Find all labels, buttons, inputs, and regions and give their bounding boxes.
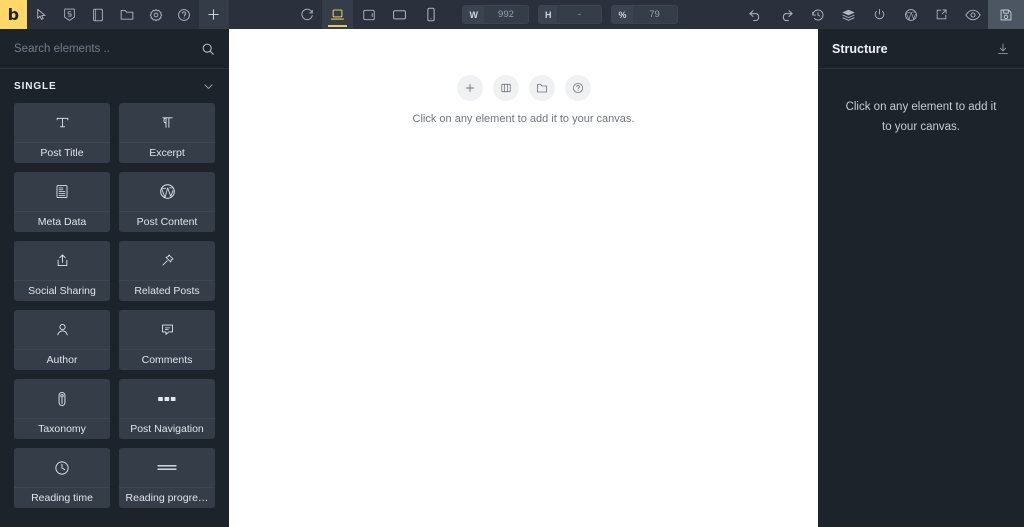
canvas-area[interactable]: Click on any element to add it to your c… (229, 29, 818, 527)
toolbar-right-group (740, 0, 1024, 29)
main-area: SINGLE Post Title Excerpt (0, 29, 1024, 527)
structure-body: Click on any element to add it to your c… (818, 69, 1024, 527)
element-card-label: Related Posts (119, 280, 215, 301)
element-card-meta-data[interactable]: Meta Data (14, 172, 110, 232)
clock-icon (14, 448, 110, 487)
canvas-help-button[interactable] (564, 75, 591, 101)
layers-icon[interactable] (833, 0, 864, 29)
page-icon[interactable] (84, 0, 113, 29)
element-card-social-sharing[interactable]: Social Sharing (14, 241, 110, 301)
element-card-label: Reading progre… (119, 487, 215, 508)
element-card-comments[interactable]: Comments (119, 310, 215, 370)
elements-grid: Post Title Excerpt Meta Data Post Conten… (0, 103, 229, 527)
chevron-down-icon[interactable] (202, 80, 215, 93)
element-card-label: Social Sharing (14, 280, 110, 301)
search-input[interactable] (14, 42, 201, 55)
canvas-dimension-controls: W 992 H - % 79 (462, 0, 678, 29)
element-card-label: Reading time (14, 487, 110, 508)
search-icon[interactable] (201, 42, 215, 56)
redo-icon[interactable] (771, 0, 802, 29)
element-card-reading-progress[interactable]: Reading progre… (119, 448, 215, 508)
element-card-label: Comments (119, 349, 215, 370)
elements-panel: SINGLE Post Title Excerpt (0, 29, 229, 527)
toolbar-center-group: W 992 H - % 79 (229, 0, 740, 29)
user-icon (14, 310, 110, 349)
element-card-post-navigation[interactable]: Post Navigation (119, 379, 215, 439)
add-element-button[interactable] (198, 0, 229, 29)
comment-icon (119, 310, 215, 349)
wordpress-icon (119, 172, 215, 211)
structure-panel: Structure Click on any element to add it… (818, 29, 1024, 527)
device-desktop-icon[interactable] (322, 0, 354, 29)
save-button[interactable] (988, 0, 1024, 29)
element-card-post-title[interactable]: Post Title (14, 103, 110, 163)
width-value[interactable]: 992 (484, 9, 528, 20)
element-card-excerpt[interactable]: Excerpt (119, 103, 215, 163)
canvas-add-section-button[interactable] (492, 75, 519, 101)
element-card-reading-time[interactable]: Reading time (14, 448, 110, 508)
structure-title: Structure (832, 41, 888, 56)
structure-header: Structure (818, 29, 1024, 69)
element-card-label: Meta Data (14, 211, 110, 232)
preview-icon[interactable] (957, 0, 988, 29)
element-card-taxonomy[interactable]: Taxonomy (14, 379, 110, 439)
height-value[interactable]: - (557, 9, 601, 20)
undo-icon[interactable] (740, 0, 771, 29)
device-mobile-icon[interactable] (415, 0, 446, 29)
height-label: H (538, 6, 558, 23)
canvas-add-element-button[interactable] (456, 75, 483, 101)
share-icon (14, 241, 110, 280)
element-card-related-posts[interactable]: Related Posts (119, 241, 215, 301)
text-title-icon (14, 103, 110, 142)
pagination-icon (119, 379, 215, 418)
folder-icon[interactable] (113, 0, 142, 29)
search-row (0, 29, 229, 69)
external-link-icon[interactable] (926, 0, 957, 29)
structure-empty-message: Click on any element to add it to your c… (845, 101, 997, 134)
device-tablet-landscape-icon[interactable] (353, 0, 384, 29)
element-card-label: Taxonomy (14, 418, 110, 439)
element-group-single[interactable]: SINGLE (0, 69, 229, 103)
html5-icon[interactable] (55, 0, 84, 29)
power-icon[interactable] (864, 0, 895, 29)
zoom-label: % (612, 6, 633, 23)
help-icon[interactable] (170, 0, 199, 29)
zoom-field[interactable]: % 79 (611, 5, 678, 24)
element-card-post-content[interactable]: Post Content (119, 172, 215, 232)
meta-data-icon (14, 172, 110, 211)
element-card-author[interactable]: Author (14, 310, 110, 370)
refresh-icon[interactable] (291, 0, 322, 29)
tag-icon (14, 379, 110, 418)
canvas-action-buttons (456, 75, 591, 101)
pin-icon (119, 241, 215, 280)
top-toolbar: b W 992 H - % 79 (0, 0, 1024, 29)
element-card-label: Author (14, 349, 110, 370)
width-field[interactable]: W 992 (462, 5, 529, 24)
element-card-label: Excerpt (119, 142, 215, 163)
progress-bar-icon (119, 448, 215, 487)
bricks-builder-app: b W 992 H - % 79 Search elements .. SING… (0, 0, 1024, 527)
paragraph-icon (119, 103, 215, 142)
wordpress-icon[interactable] (895, 0, 926, 29)
bricks-logo[interactable]: b (0, 0, 27, 29)
download-icon[interactable] (996, 42, 1010, 56)
height-field[interactable]: H - (537, 5, 603, 24)
element-card-label: Post Content (119, 211, 215, 232)
width-label: W (463, 6, 484, 23)
pointer-icon[interactable] (27, 0, 56, 29)
toolbar-left-group: b (0, 0, 229, 29)
element-group-label: SINGLE (14, 80, 57, 92)
canvas-templates-button[interactable] (528, 75, 555, 101)
device-tablet-icon[interactable] (384, 0, 415, 29)
element-card-label: Post Title (14, 142, 110, 163)
canvas-empty-hint: Click on any element to add it to your c… (412, 113, 635, 125)
revisions-icon[interactable] (802, 0, 833, 29)
element-card-label: Post Navigation (119, 418, 215, 439)
gear-icon[interactable] (141, 0, 170, 29)
zoom-value[interactable]: 79 (633, 9, 677, 20)
